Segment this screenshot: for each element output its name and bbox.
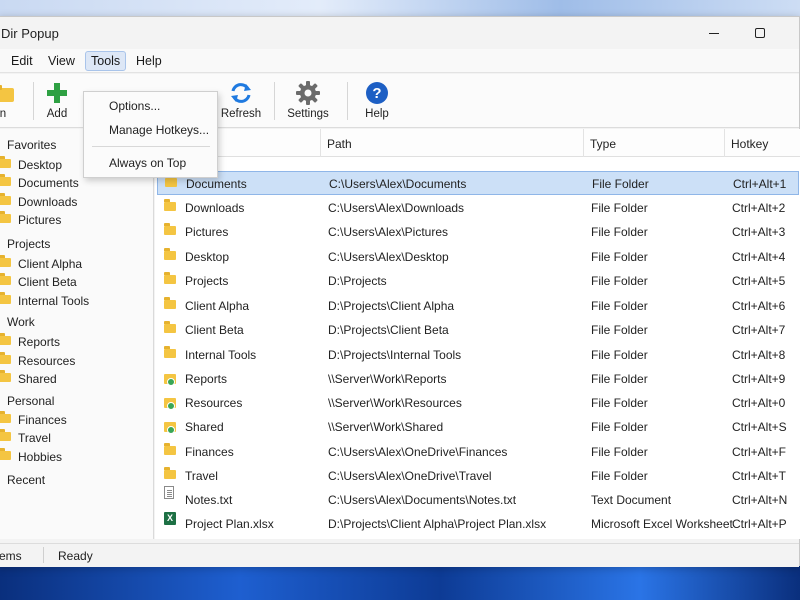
folder-icon bbox=[0, 333, 11, 345]
folder-icon bbox=[0, 255, 11, 267]
folder-icon bbox=[0, 370, 11, 382]
menu-separator bbox=[92, 146, 210, 147]
folder-icon bbox=[0, 193, 11, 205]
desktop-wallpaper-top bbox=[0, 0, 800, 16]
status-item-count: ems bbox=[0, 549, 22, 563]
folder-icon bbox=[0, 352, 11, 364]
app-window: Dir Popup Edit View Tools Help n Add Ref… bbox=[0, 16, 800, 567]
group-personal[interactable]: Personal bbox=[7, 394, 54, 408]
folder-icon bbox=[164, 199, 176, 211]
plus-icon bbox=[47, 83, 67, 103]
table-row[interactable]: Client Beta D:\Projects\Client Beta File F… bbox=[157, 318, 799, 342]
window-title: Dir Popup bbox=[1, 26, 59, 41]
folder-icon bbox=[0, 448, 11, 460]
add-button[interactable]: Add bbox=[27, 78, 87, 124]
table-row[interactable]: Documents C:\Users\Alex\Documents File Fol… bbox=[157, 171, 799, 195]
table-row[interactable]: Notes.txt C:\Users\Alex\Documents\Notes.t… bbox=[157, 486, 799, 512]
help-button[interactable]: ? Help bbox=[347, 78, 407, 124]
help-icon: ? bbox=[366, 82, 388, 104]
menu-bar: Edit View Tools Help bbox=[0, 49, 799, 73]
menu-item-manage-hotkeys[interactable]: Manage Hotkeys... bbox=[85, 120, 216, 142]
table-row[interactable]: Projects D:\Projects File Folder Ctrl+Alt+5 bbox=[157, 269, 799, 293]
refresh-label: Refresh bbox=[220, 108, 262, 120]
table-row[interactable]: Pictures C:\Users\Alex\Pictures File Folde… bbox=[157, 220, 799, 244]
folder-icon bbox=[164, 272, 176, 284]
tools-dropdown-menu: Options... Manage Hotkeys... Always on T… bbox=[83, 91, 218, 178]
minimize-icon bbox=[709, 32, 719, 34]
folder-icon bbox=[164, 443, 176, 455]
sidebar-tree: Favorites Desktop Documents Downloads Pi… bbox=[0, 129, 154, 539]
table-row[interactable]: X Project Plan.xlsx D:\Projects\Client Alp… bbox=[157, 512, 799, 536]
folder-icon bbox=[0, 211, 11, 223]
group-work[interactable]: Work bbox=[7, 315, 35, 329]
text-file-icon bbox=[164, 486, 174, 499]
folder-icon bbox=[165, 175, 177, 187]
status-bar: ems Ready bbox=[0, 543, 799, 567]
shortcut-list: Path Type Hotkey Documents C:\Users\Alex\… bbox=[155, 129, 800, 539]
menu-view[interactable]: View bbox=[42, 51, 81, 71]
table-row[interactable]: Resources \\Server\Work\Resources File Fol… bbox=[157, 391, 799, 415]
table-row[interactable]: Downloads C:\Users\Alex\Downloads File Fol… bbox=[157, 196, 799, 220]
folder-icon bbox=[164, 297, 176, 309]
toolbar-separator bbox=[274, 82, 275, 120]
desktop-wallpaper-bottom bbox=[0, 566, 800, 600]
close-button[interactable] bbox=[783, 17, 800, 49]
network-folder-icon bbox=[164, 374, 176, 386]
excel-file-icon: X bbox=[164, 512, 176, 525]
column-hotkey[interactable]: Hotkey bbox=[725, 129, 800, 157]
maximize-button[interactable] bbox=[737, 17, 783, 49]
menu-item-always-on-top[interactable]: Always on Top bbox=[85, 153, 216, 175]
maximize-icon bbox=[755, 28, 765, 38]
column-type[interactable]: Type bbox=[584, 129, 725, 157]
group-projects[interactable]: Projects bbox=[7, 237, 50, 251]
network-folder-icon bbox=[164, 398, 176, 410]
settings-button[interactable]: Settings bbox=[278, 78, 338, 124]
folder-icon bbox=[164, 223, 176, 235]
title-bar[interactable]: Dir Popup bbox=[0, 17, 799, 49]
refresh-icon bbox=[231, 83, 251, 103]
folder-icon bbox=[0, 292, 11, 304]
settings-label: Settings bbox=[287, 108, 329, 120]
table-row[interactable]: Client Alpha D:\Projects\Client Alpha File… bbox=[157, 294, 799, 318]
folder-icon bbox=[0, 156, 11, 168]
column-header: Path Type Hotkey bbox=[155, 129, 800, 157]
folder-icon bbox=[164, 321, 176, 333]
folder-icon bbox=[164, 467, 176, 479]
table-row[interactable]: Reports \\Server\Work\Reports File Folder C… bbox=[157, 367, 799, 391]
minimize-button[interactable] bbox=[691, 17, 737, 49]
folder-icon bbox=[0, 174, 11, 186]
folder-icon bbox=[0, 273, 11, 285]
menu-item-options[interactable]: Options... bbox=[85, 96, 216, 118]
help-label: Help bbox=[365, 108, 389, 120]
folder-icon bbox=[0, 411, 11, 423]
svg-text:?: ? bbox=[372, 85, 381, 102]
table-row[interactable]: Finances C:\Users\Alex\OneDrive\Finances F… bbox=[157, 440, 799, 464]
group-favorites[interactable]: Favorites bbox=[7, 138, 56, 152]
table-row[interactable]: Internal Tools D:\Projects\Internal Tools… bbox=[157, 343, 799, 367]
folder-icon bbox=[0, 85, 14, 102]
menu-tools[interactable]: Tools bbox=[85, 51, 127, 71]
column-path[interactable]: Path bbox=[321, 129, 584, 157]
table-row[interactable]: Travel C:\Users\Alex\OneDrive\Travel File … bbox=[157, 464, 799, 488]
folder-icon bbox=[164, 248, 176, 260]
folder-icon bbox=[0, 429, 11, 441]
group-recent[interactable]: Recent bbox=[7, 473, 45, 487]
status-separator bbox=[43, 547, 44, 563]
menu-help[interactable]: Help bbox=[130, 51, 168, 71]
refresh-button[interactable]: Refresh bbox=[211, 78, 271, 124]
menu-edit[interactable]: Edit bbox=[5, 51, 39, 71]
table-row[interactable]: Desktop C:\Users\Alex\Desktop File Folder C… bbox=[157, 245, 799, 269]
folder-icon bbox=[164, 346, 176, 358]
status-text: Ready bbox=[58, 549, 93, 563]
add-label: Add bbox=[46, 108, 68, 120]
network-folder-icon bbox=[164, 422, 176, 434]
table-row[interactable]: Shared \\Server\Work\Shared File Folder Ctr… bbox=[157, 415, 799, 439]
gear-icon bbox=[296, 81, 320, 105]
